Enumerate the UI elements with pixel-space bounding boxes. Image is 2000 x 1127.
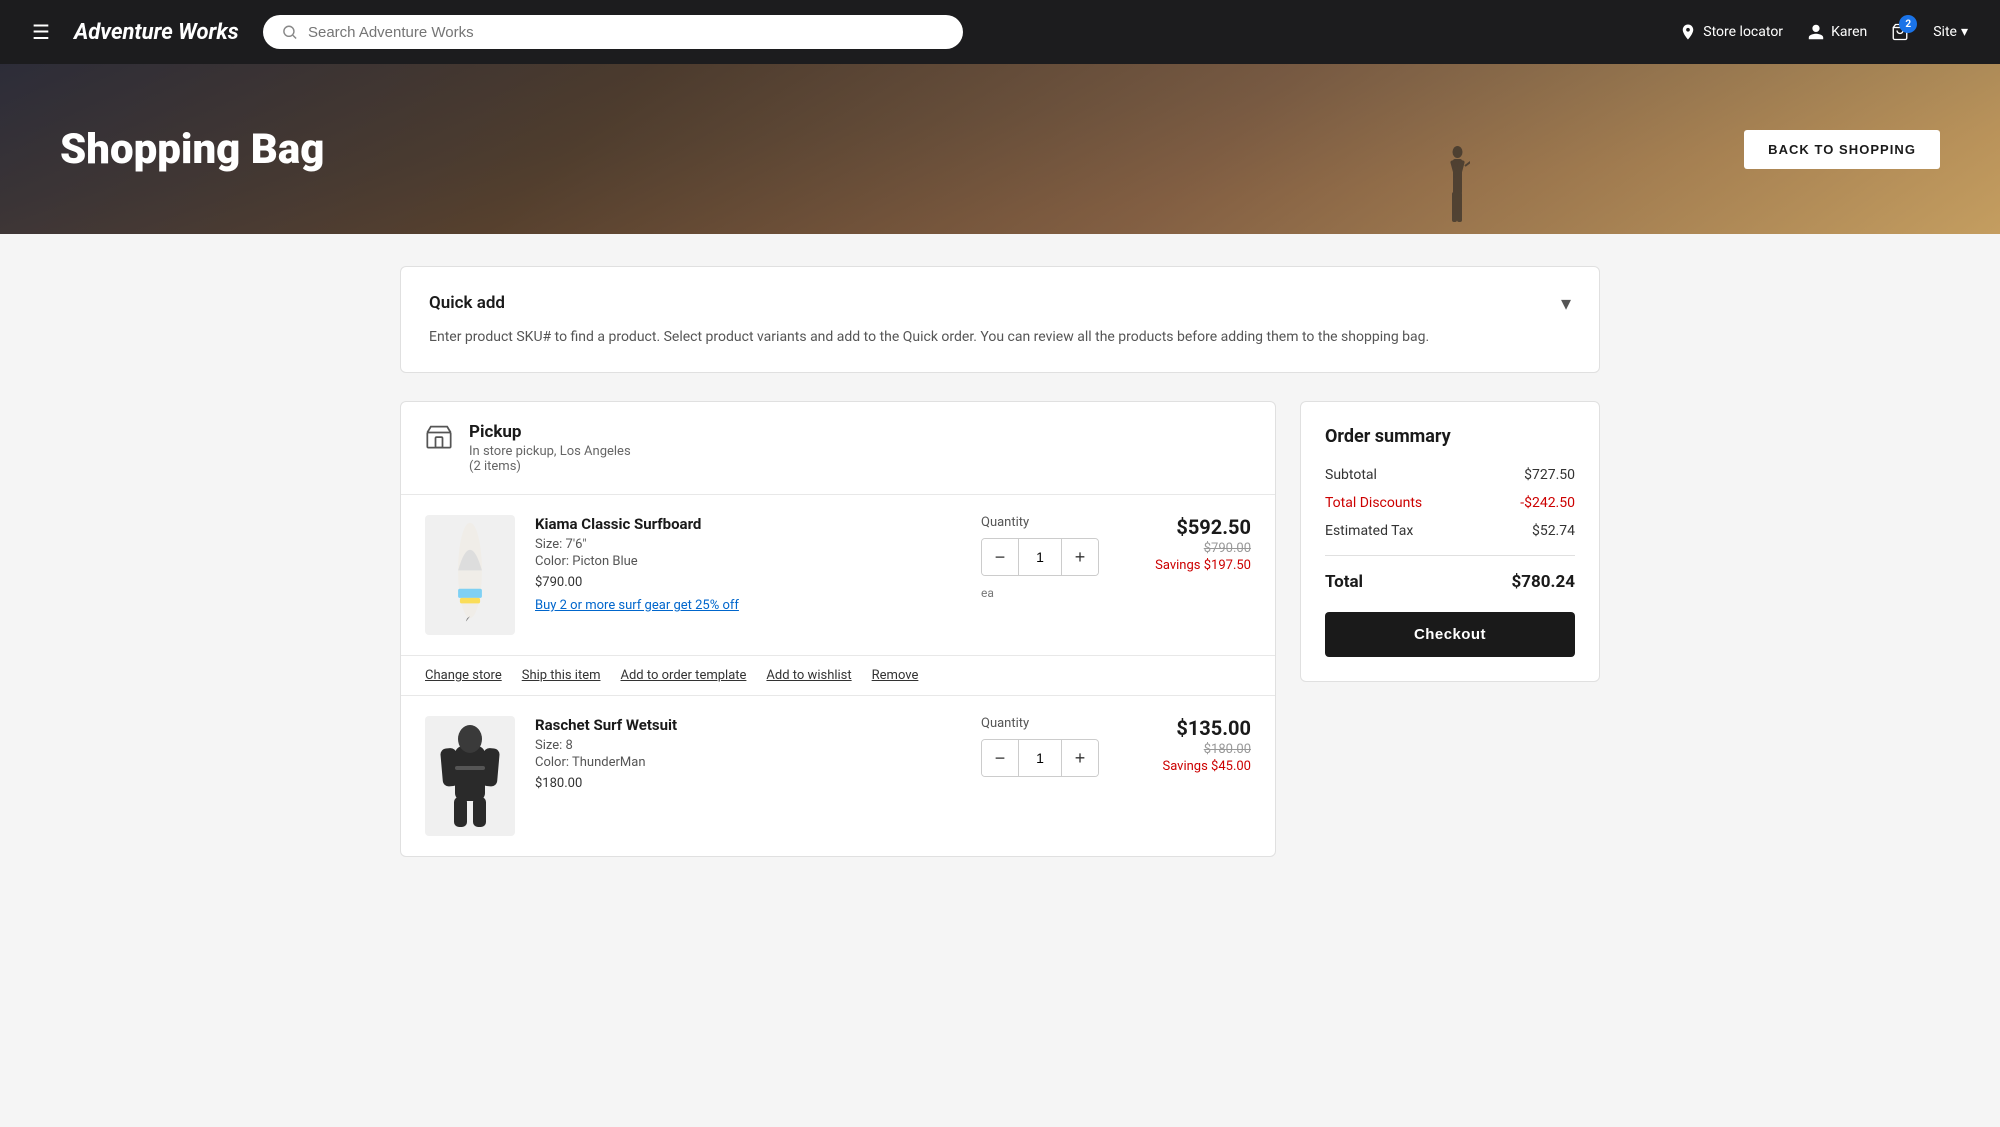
user-menu[interactable]: Karen bbox=[1807, 23, 1867, 41]
subtotal-row: Subtotal $727.50 bbox=[1325, 467, 1575, 483]
discounts-row: Total Discounts -$242.50 bbox=[1325, 495, 1575, 511]
site-logo[interactable]: Adventure Works bbox=[74, 20, 239, 45]
search-icon bbox=[281, 23, 298, 41]
pickup-label: Pickup bbox=[469, 422, 631, 442]
total-label: Total bbox=[1325, 572, 1363, 592]
pickup-count: (2 items) bbox=[469, 459, 631, 474]
item-promo-link[interactable]: Buy 2 or more surf gear get 25% off bbox=[535, 598, 961, 613]
user-name: Karen bbox=[1831, 24, 1867, 40]
item-actions: Change store Ship this item Add to order… bbox=[401, 656, 1275, 696]
quantity-input-2[interactable] bbox=[1018, 740, 1062, 776]
tax-label: Estimated Tax bbox=[1325, 523, 1413, 539]
user-icon bbox=[1807, 23, 1825, 41]
add-to-wishlist-link[interactable]: Add to wishlist bbox=[766, 668, 851, 683]
search-input[interactable] bbox=[308, 24, 945, 41]
product-image-wetsuit bbox=[425, 716, 515, 836]
item-savings: Savings $197.50 bbox=[1121, 558, 1251, 573]
item-name: Kiama Classic Surfboard bbox=[535, 515, 961, 533]
add-to-order-template-link[interactable]: Add to order template bbox=[621, 668, 747, 683]
quantity-label-2: Quantity bbox=[981, 716, 1029, 731]
cart-button[interactable]: 2 bbox=[1891, 23, 1909, 41]
total-value: $780.24 bbox=[1512, 572, 1575, 592]
store-icon bbox=[425, 422, 453, 450]
total-row: Total $780.24 bbox=[1325, 572, 1575, 592]
tax-row: Estimated Tax $52.74 bbox=[1325, 523, 1575, 539]
order-summary-title: Order summary bbox=[1325, 426, 1575, 447]
cart-item: Kiama Classic Surfboard Size: 7'6" Color… bbox=[401, 495, 1275, 656]
quantity-label: Quantity bbox=[981, 515, 1029, 530]
item-color-2: Color: ThunderMan bbox=[535, 755, 961, 770]
quick-add-collapse-icon[interactable]: ▾ bbox=[1561, 291, 1571, 315]
chevron-down-icon: ▾ bbox=[1961, 24, 1968, 40]
discounts-label: Total Discounts bbox=[1325, 495, 1422, 511]
item-pricing-2: $135.00 $180.00 Savings $45.00 bbox=[1121, 716, 1251, 774]
main-content: Quick add ▾ Enter product SKU# to find a… bbox=[360, 234, 1640, 889]
quick-add-description: Enter product SKU# to find a product. Se… bbox=[429, 327, 1571, 348]
item-savings-2: Savings $45.00 bbox=[1121, 759, 1251, 774]
quick-add-title: Quick add bbox=[429, 293, 505, 313]
item-color: Color: Picton Blue bbox=[535, 554, 961, 569]
item-original-price-2: $180.00 bbox=[1121, 742, 1251, 757]
quantity-control-2: − + bbox=[981, 739, 1099, 777]
item-list-price-2: $180.00 bbox=[535, 776, 961, 791]
quantity-increase-button-2[interactable]: + bbox=[1062, 740, 1098, 776]
item-pricing: $592.50 $790.00 Savings $197.50 bbox=[1121, 515, 1251, 573]
cart-badge: 2 bbox=[1899, 15, 1917, 33]
unit-label: ea bbox=[981, 586, 994, 600]
tax-value: $52.74 bbox=[1532, 523, 1575, 539]
change-store-link[interactable]: Change store bbox=[425, 668, 502, 683]
site-dropdown[interactable]: Site ▾ bbox=[1933, 24, 1968, 40]
quantity-decrease-button[interactable]: − bbox=[982, 539, 1018, 575]
nav-right: Store locator Karen 2 Site ▾ bbox=[1679, 23, 1968, 41]
checkout-button[interactable]: Checkout bbox=[1325, 612, 1575, 657]
cart-item-2: Raschet Surf Wetsuit Size: 8 Color: Thun… bbox=[401, 696, 1275, 856]
discounts-value: -$242.50 bbox=[1520, 495, 1575, 511]
pickup-info: Pickup In store pickup, Los Angeles (2 i… bbox=[469, 422, 631, 474]
subtotal-value: $727.50 bbox=[1524, 467, 1575, 483]
store-pin-icon bbox=[1679, 23, 1697, 41]
order-summary-section: Order summary Subtotal $727.50 Total Dis… bbox=[1300, 401, 1600, 682]
hero-banner: Shopping Bag BACK TO SHOPPING bbox=[0, 64, 2000, 234]
quantity-section-2: Quantity − + bbox=[981, 716, 1101, 777]
quick-add-section: Quick add ▾ Enter product SKU# to find a… bbox=[400, 266, 1600, 373]
pickup-icon bbox=[425, 422, 453, 454]
pickup-header: Pickup In store pickup, Los Angeles (2 i… bbox=[401, 402, 1275, 495]
item-original-price: $790.00 bbox=[1121, 541, 1251, 556]
pickup-card: Pickup In store pickup, Los Angeles (2 i… bbox=[400, 401, 1276, 857]
content-row: Pickup In store pickup, Los Angeles (2 i… bbox=[400, 401, 1600, 857]
surfboard-illustration bbox=[445, 520, 495, 630]
order-summary-card: Order summary Subtotal $727.50 Total Dis… bbox=[1300, 401, 1600, 682]
back-to-shopping-button[interactable]: BACK TO SHOPPING bbox=[1744, 130, 1940, 169]
search-bar bbox=[263, 15, 963, 49]
item-details-wetsuit: Raschet Surf Wetsuit Size: 8 Color: Thun… bbox=[535, 716, 961, 791]
site-label: Site bbox=[1933, 24, 1957, 40]
wetsuit-illustration bbox=[435, 721, 505, 831]
quantity-decrease-button-2[interactable]: − bbox=[982, 740, 1018, 776]
subtotal-label: Subtotal bbox=[1325, 467, 1377, 483]
item-details-surfboard: Kiama Classic Surfboard Size: 7'6" Color… bbox=[535, 515, 961, 613]
page-title: Shopping Bag bbox=[0, 125, 384, 174]
item-size-2: Size: 8 bbox=[535, 738, 961, 753]
item-current-price: $592.50 bbox=[1121, 515, 1251, 539]
item-name-2: Raschet Surf Wetsuit bbox=[535, 716, 961, 734]
pickup-location: In store pickup, Los Angeles bbox=[469, 444, 631, 459]
quantity-control: − + bbox=[981, 538, 1099, 576]
quantity-input[interactable] bbox=[1018, 539, 1062, 575]
item-current-price-2: $135.00 bbox=[1121, 716, 1251, 740]
hero-silhouette-icon bbox=[1445, 144, 1470, 234]
remove-link[interactable]: Remove bbox=[872, 668, 919, 683]
item-list-price: $790.00 bbox=[535, 575, 961, 590]
hamburger-icon[interactable]: ☰ bbox=[32, 20, 50, 44]
quantity-section: Quantity − + ea bbox=[981, 515, 1101, 600]
cart-section: Pickup In store pickup, Los Angeles (2 i… bbox=[400, 401, 1276, 857]
quantity-increase-button[interactable]: + bbox=[1062, 539, 1098, 575]
store-locator[interactable]: Store locator bbox=[1679, 23, 1783, 41]
item-size: Size: 7'6" bbox=[535, 537, 961, 552]
navigation: ☰ Adventure Works Store locator Karen 2 bbox=[0, 0, 2000, 64]
ship-this-item-link[interactable]: Ship this item bbox=[522, 668, 601, 683]
product-image-surfboard bbox=[425, 515, 515, 635]
summary-divider bbox=[1325, 555, 1575, 556]
store-locator-label: Store locator bbox=[1703, 24, 1783, 40]
quick-add-header[interactable]: Quick add ▾ bbox=[429, 291, 1571, 315]
